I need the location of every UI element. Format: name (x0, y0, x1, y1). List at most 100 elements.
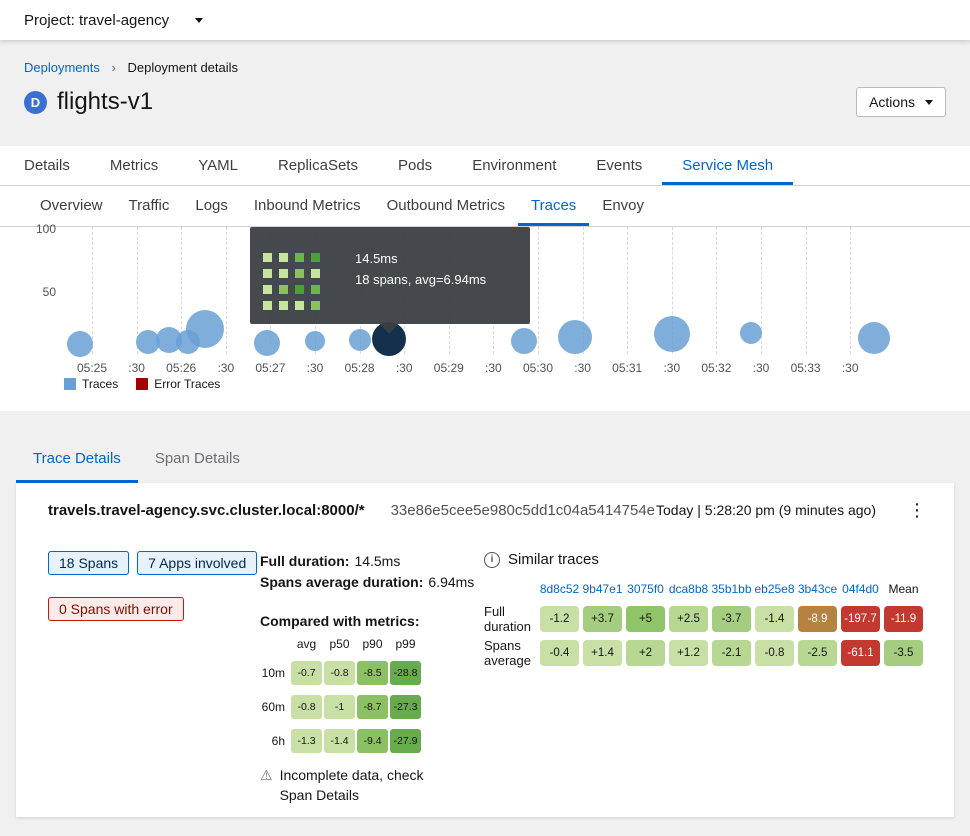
compared-metrics-table: avgp50p90p9910m-0.7-0.8-8.5-28.860m-0.8-… (260, 637, 484, 753)
compared-column-header: p50 (323, 637, 356, 651)
legend-label: Error Traces (154, 377, 220, 391)
trace-metrics-column: Full duration:14.5ms Spans average durat… (260, 551, 484, 805)
compared-row-label: 10m (260, 666, 290, 680)
breadcrumb-current: Deployment details (127, 60, 238, 75)
heatmap-cell (263, 285, 272, 294)
compared-value-chip: -27.3 (390, 695, 421, 719)
heatmap-cell (295, 269, 304, 278)
heatmap-cell (279, 253, 288, 262)
info-icon[interactable]: i (484, 552, 500, 568)
similar-trace-link[interactable]: 9b47e1 (581, 582, 624, 602)
compared-value-chip: -27.9 (390, 729, 421, 753)
similar-trace-link[interactable]: 04f4d0 (839, 582, 882, 602)
similar-value-chip: -8.9 (798, 606, 837, 632)
trace-header: travels.travel-agency.svc.cluster.local:… (48, 501, 930, 519)
y-axis-tick: 100 (16, 222, 56, 236)
subtab-logs[interactable]: Logs (182, 186, 241, 226)
breadcrumb-deployments[interactable]: Deployments (24, 60, 100, 75)
chart-legend: Traces Error Traces (64, 377, 220, 391)
trace-service-name: travels.travel-agency.svc.cluster.local:… (48, 502, 365, 519)
heatmap-cell (279, 301, 288, 310)
similar-trace-link[interactable]: 3075f0 (624, 582, 667, 602)
actions-button[interactable]: Actions (856, 87, 946, 117)
similar-value-chip: -3.7 (712, 606, 751, 632)
subtab-inbound-metrics[interactable]: Inbound Metrics (241, 186, 374, 226)
trace-bubble[interactable] (511, 328, 537, 354)
caret-down-icon (925, 100, 933, 105)
tab-service-mesh[interactable]: Service Mesh (662, 146, 793, 185)
tab-details[interactable]: Details (4, 146, 90, 185)
trace-bubble[interactable] (67, 331, 93, 357)
masthead: Project: travel-agency (0, 0, 970, 40)
heatmap-cell (295, 285, 304, 294)
spans-avg-line: Spans average duration:6.94ms (260, 572, 484, 593)
trace-bubble[interactable] (654, 316, 690, 352)
compared-value-chip: -8.5 (357, 661, 388, 685)
similar-trace-link[interactable]: 8d8c52 (538, 582, 581, 602)
tab-pods[interactable]: Pods (378, 146, 452, 185)
similar-trace-link[interactable]: 3b43ce (796, 582, 839, 602)
compared-value-chip: -1 (324, 695, 355, 719)
trace-bubble[interactable] (558, 320, 592, 354)
apps-involved-chip: 7 Apps involved (137, 551, 257, 575)
compared-value-chip: -28.8 (390, 661, 421, 685)
similar-value-chip: -61.1 (841, 640, 880, 666)
project-selector-label: Project: travel-agency (24, 12, 169, 29)
trace-bubble[interactable] (740, 322, 762, 344)
trace-bubble[interactable] (186, 310, 224, 348)
subtab-traffic[interactable]: Traffic (116, 186, 183, 226)
compared-metrics-title: Compared with metrics: (260, 613, 484, 629)
similar-traces-title: Similar traces (508, 551, 599, 568)
compared-value-chip: -1.4 (324, 729, 355, 753)
similar-value-chip: -1.2 (540, 606, 579, 632)
tab-events[interactable]: Events (576, 146, 662, 185)
similar-row-label: Full duration (484, 604, 538, 634)
similar-trace-link[interactable]: 35b1bb (710, 582, 753, 602)
legend-swatch (64, 378, 76, 390)
legend-item-error-traces: Error Traces (136, 377, 220, 391)
subtab-traces[interactable]: Traces (518, 186, 589, 226)
full-duration-line: Full duration:14.5ms (260, 551, 484, 572)
gridline (92, 227, 93, 354)
trace-bubble[interactable] (254, 330, 280, 356)
project-selector[interactable]: Project: travel-agency (24, 12, 203, 29)
compared-column-header: avg (290, 637, 323, 651)
trace-bubble[interactable] (305, 331, 325, 351)
similar-trace-link[interactable]: dca8b8 (667, 582, 710, 602)
similar-traces-table: 8d8c529b47e13075f0dca8b835b1bbeb25e83b43… (484, 582, 930, 670)
compared-value-chip: -0.8 (324, 661, 355, 685)
compared-row-label: 60m (260, 700, 290, 714)
tab-environment[interactable]: Environment (452, 146, 576, 185)
subtab-outbound-metrics[interactable]: Outbound Metrics (374, 186, 518, 226)
primary-tab-bar: DetailsMetricsYAMLReplicaSetsPodsEnviron… (0, 146, 970, 186)
subtab-envoy[interactable]: Envoy (589, 186, 657, 226)
compared-value-chip: -8.7 (357, 695, 388, 719)
deployment-badge: D (24, 91, 47, 114)
detail-tab-bar: Trace DetailsSpan Details (16, 437, 970, 483)
trace-timestamp: Today | 5:28:20 pm (9 minutes ago) (656, 502, 876, 518)
trace-bubble[interactable] (858, 322, 890, 354)
similar-trace-link[interactable]: eb25e8 (753, 582, 796, 602)
detail-tab-trace-details[interactable]: Trace Details (16, 437, 138, 483)
tab-replicasets[interactable]: ReplicaSets (258, 146, 378, 185)
heatmap-cell (311, 269, 320, 278)
trace-bubble[interactable] (349, 329, 371, 351)
tab-yaml[interactable]: YAML (178, 146, 258, 185)
tab-metrics[interactable]: Metrics (90, 146, 178, 185)
heatmap-cell (311, 253, 320, 262)
full-duration-label: Full duration: (260, 553, 349, 569)
subtab-overview[interactable]: Overview (27, 186, 116, 226)
breadcrumb: Deployments › Deployment details (0, 40, 970, 75)
similar-value-chip: -3.5 (884, 640, 923, 666)
similar-value-chip: +1.4 (583, 640, 622, 666)
similar-value-chip: +1.2 (669, 640, 708, 666)
legend-item-traces: Traces (64, 377, 118, 391)
tooltip-spans-summary: 18 spans, avg=6.94ms (355, 272, 486, 287)
similar-value-chip: +2 (626, 640, 665, 666)
page-header: Deployments › Deployment details D fligh… (0, 40, 970, 146)
gridline (716, 227, 717, 354)
detail-tab-span-details[interactable]: Span Details (138, 437, 257, 483)
similar-value-chip: -1.4 (755, 606, 794, 632)
kebab-menu-icon[interactable]: ⋮ (904, 501, 930, 519)
legend-label: Traces (82, 377, 118, 391)
